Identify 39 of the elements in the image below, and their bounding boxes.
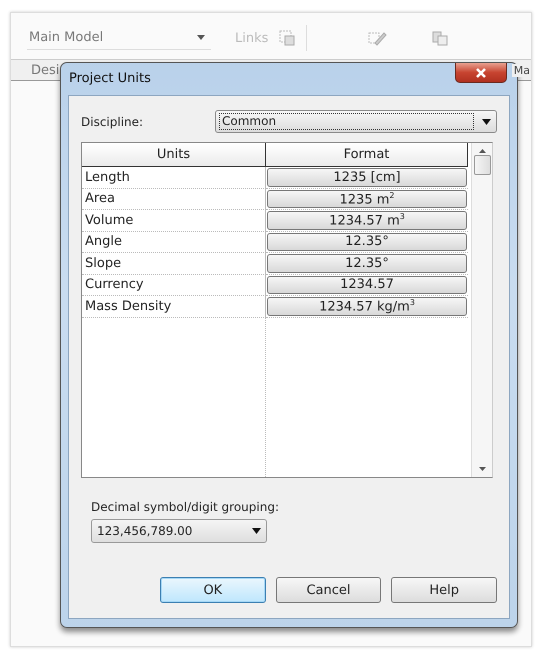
dropdown-arrow-icon xyxy=(482,118,491,124)
close-icon xyxy=(475,66,487,78)
link-icon[interactable] xyxy=(278,29,296,47)
tab-label[interactable]: Ma xyxy=(512,64,531,76)
table-icon[interactable] xyxy=(431,29,450,47)
unit-cell: Volume xyxy=(82,210,266,232)
scroll-thumb[interactable] xyxy=(474,155,490,175)
format-button[interactable]: 12.35° xyxy=(267,254,467,272)
unit-cell: Slope xyxy=(82,253,266,274)
tab-label[interactable]: Desi xyxy=(31,62,60,78)
format-button[interactable]: 1234.57 xyxy=(267,276,467,294)
dropdown-arrow-icon xyxy=(252,528,261,534)
help-button[interactable]: Help xyxy=(391,577,498,603)
dropdown-arrow-icon xyxy=(197,35,205,40)
close-button[interactable] xyxy=(455,63,507,83)
discipline-label: Discipline: xyxy=(81,114,144,128)
format-button[interactable]: 12.35° xyxy=(267,232,467,251)
format-button[interactable]: 1235 m$^{2}$ xyxy=(267,190,467,208)
links-label: Links xyxy=(235,30,268,46)
cancel-button[interactable]: Cancel xyxy=(276,577,382,603)
scroll-up-icon[interactable] xyxy=(478,149,486,153)
unit-cell: Angle xyxy=(82,232,266,253)
column-header[interactable]: Units xyxy=(82,143,266,167)
format-button[interactable]: 1234.57 m$^{3}$ xyxy=(267,211,467,230)
unit-cell: Area xyxy=(82,188,266,210)
grouping-label: Decimal symbol/digit grouping: xyxy=(91,500,280,514)
discipline-dropdown[interactable]: Common xyxy=(215,110,497,133)
format-button[interactable]: 1235 [cm] xyxy=(267,168,467,186)
format-button[interactable]: 1234.57 kg/m$^{3}$ xyxy=(267,297,467,316)
grouping-dropdown[interactable]: 123,456,789.00 xyxy=(91,519,267,543)
ok-button[interactable]: OK xyxy=(160,577,266,603)
model-dropdown[interactable]: Main Model xyxy=(27,26,211,50)
dialog-title: Project Units xyxy=(69,70,151,86)
unit-cell: Mass Density xyxy=(82,296,266,318)
unit-cell: Currency xyxy=(82,274,266,296)
column-header[interactable]: Format xyxy=(266,143,468,167)
unit-cell: Length xyxy=(82,167,266,188)
scrollbar[interactable] xyxy=(471,143,492,477)
scroll-down-icon[interactable] xyxy=(478,467,486,471)
